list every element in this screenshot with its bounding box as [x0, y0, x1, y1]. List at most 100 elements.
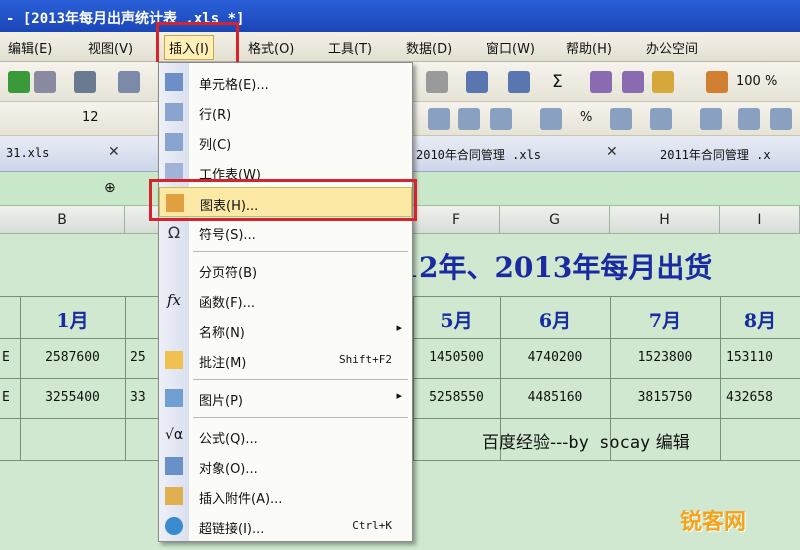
menu-item-label: 对象(O)... [199, 462, 258, 477]
cell-value[interactable]: 3815750 [610, 390, 720, 405]
column-header[interactable]: B [0, 206, 125, 234]
insert-menu-dropdown: 单元格(E)... 行(R) 列(C) 工作表(W) 图表(H)... Ω 符号… [158, 62, 413, 542]
font-color-icon[interactable] [770, 108, 792, 130]
menu-window[interactable]: 窗口(W) [486, 38, 535, 57]
credit-part: by socay [568, 433, 651, 453]
menu-item-label: 符号(S)... [199, 228, 256, 243]
column-header[interactable]: H [610, 206, 720, 234]
menu-item-label: 插入附件(A)... [199, 492, 283, 507]
border-icon[interactable] [700, 108, 722, 130]
cell-value[interactable]: 33 [130, 390, 160, 405]
cells-icon [165, 73, 183, 91]
chart-item-highlight [149, 179, 417, 221]
omega-icon: Ω [167, 223, 181, 242]
close-icon[interactable]: ✕ [606, 144, 618, 160]
print-icon[interactable] [74, 71, 96, 93]
undo-icon[interactable] [466, 71, 488, 93]
menu-help[interactable]: 帮助(H) [566, 38, 612, 57]
menu-item-comment[interactable]: 批注(M) Shift+F2 [159, 345, 412, 375]
hyperlink-icon [165, 517, 183, 535]
save-icon[interactable] [34, 71, 56, 93]
row-icon [165, 103, 183, 121]
submenu-arrow-icon: ▸ [396, 389, 402, 402]
menu-format[interactable]: 格式(O) [248, 38, 294, 57]
attachment-icon [165, 487, 183, 505]
object-icon [165, 457, 183, 475]
preview-icon[interactable] [118, 71, 140, 93]
menu-item-cells[interactable]: 单元格(E)... [159, 67, 412, 97]
indent-icon[interactable] [650, 108, 672, 130]
align-right-icon[interactable] [490, 108, 512, 130]
menu-item-label: 函数(F)... [199, 296, 256, 311]
redo-icon[interactable] [508, 71, 530, 93]
new-icon[interactable] [8, 71, 30, 93]
cell-value[interactable]: 5258550 [413, 390, 500, 405]
column-header[interactable]: I [720, 206, 800, 234]
month-header: 1月 [56, 310, 89, 332]
menu-item-label: 分页符(B) [199, 266, 258, 281]
sort-desc-icon[interactable] [622, 71, 644, 93]
month-header: 8月 [743, 310, 777, 332]
sort-icon[interactable] [590, 71, 612, 93]
zoom-lens-icon[interactable]: ⊕ [104, 180, 116, 196]
fill-icon[interactable] [738, 108, 760, 130]
chart-wizard-icon[interactable] [706, 71, 728, 93]
row-label: E [2, 390, 10, 405]
align-left-icon[interactable] [428, 108, 450, 130]
percent-icon[interactable]: % [580, 110, 592, 125]
tab-31[interactable]: 31.xls [6, 146, 49, 160]
cell-value[interactable]: 1523800 [610, 350, 720, 365]
menu-item-attachment[interactable]: 插入附件(A)... [159, 481, 412, 511]
column-header[interactable]: G [500, 206, 610, 234]
align-center-icon[interactable] [458, 108, 480, 130]
row-label: E [2, 350, 10, 365]
merge-icon[interactable] [540, 108, 562, 130]
cell-value[interactable]: 4740200 [500, 350, 610, 365]
cell-value[interactable]: 25 [130, 350, 160, 365]
cell-value[interactable]: 153110 [726, 350, 800, 365]
cell-value[interactable]: 1450500 [413, 350, 500, 365]
paste-icon[interactable] [426, 71, 448, 93]
function-icon: fx [166, 291, 181, 309]
month-header: 6月 [538, 310, 572, 332]
zoom-level[interactable]: 100 % [736, 74, 777, 89]
menu-edit[interactable]: 编辑(E) [8, 38, 52, 57]
cell-value[interactable]: 3255400 [20, 390, 125, 405]
credit-part: 编辑 [655, 433, 690, 453]
menu-item-object[interactable]: 对象(O)... [159, 451, 412, 481]
tab-2011-contracts[interactable]: 2011年合同管理 .x [660, 146, 771, 163]
autosum-icon[interactable]: Σ [552, 72, 563, 92]
menu-item-row[interactable]: 行(R) [159, 97, 412, 127]
cell-value[interactable]: 2587600 [20, 350, 125, 365]
watermark-logo: 锐客网 [680, 510, 747, 535]
menu-tools[interactable]: 工具(T) [328, 38, 372, 57]
column-header[interactable]: F [413, 206, 500, 234]
font-size-select[interactable]: 12 [82, 110, 99, 125]
cell-value[interactable]: 4485160 [500, 390, 610, 405]
menu-item-symbol[interactable]: Ω 符号(S)... [159, 217, 412, 247]
menu-item-label: 公式(Q)... [199, 432, 258, 447]
menu-item-label: 单元格(E)... [199, 78, 269, 93]
menu-item-column[interactable]: 列(C) [159, 127, 412, 157]
decimal-icon[interactable] [610, 108, 632, 130]
tab-2010-contracts[interactable]: 2010年合同管理 .xls [416, 146, 541, 163]
menu-item-hyperlink[interactable]: 超链接(I)... Ctrl+K [159, 511, 412, 541]
menu-item-picture[interactable]: 图片(P) ▸ [159, 383, 412, 413]
menu-item-label: 列(C) [199, 138, 232, 153]
picture-icon [165, 389, 183, 407]
menu-view[interactable]: 视图(V) [88, 38, 133, 57]
menu-item-label: 图片(P) [199, 394, 243, 409]
credit-part: 百度经验--- [482, 433, 569, 453]
menu-item-name[interactable]: 名称(N) ▸ [159, 315, 412, 345]
cell-value[interactable]: 432658 [726, 390, 800, 405]
menu-item-page-break[interactable]: 分页符(B) [159, 255, 412, 285]
menu-item-shortcut: Shift+F2 [339, 353, 392, 366]
menu-item-function[interactable]: fx 函数(F)... [159, 285, 412, 315]
menu-office-space[interactable]: 办公空间 [646, 38, 698, 57]
menu-data[interactable]: 数据(D) [406, 38, 452, 57]
menu-item-formula[interactable]: √α 公式(Q)... [159, 421, 412, 451]
filter-icon[interactable] [652, 71, 674, 93]
sheet-title: 012年、2013年每月出货 [380, 251, 713, 284]
menu-item-shortcut: Ctrl+K [352, 519, 392, 532]
close-icon[interactable]: ✕ [108, 144, 120, 160]
